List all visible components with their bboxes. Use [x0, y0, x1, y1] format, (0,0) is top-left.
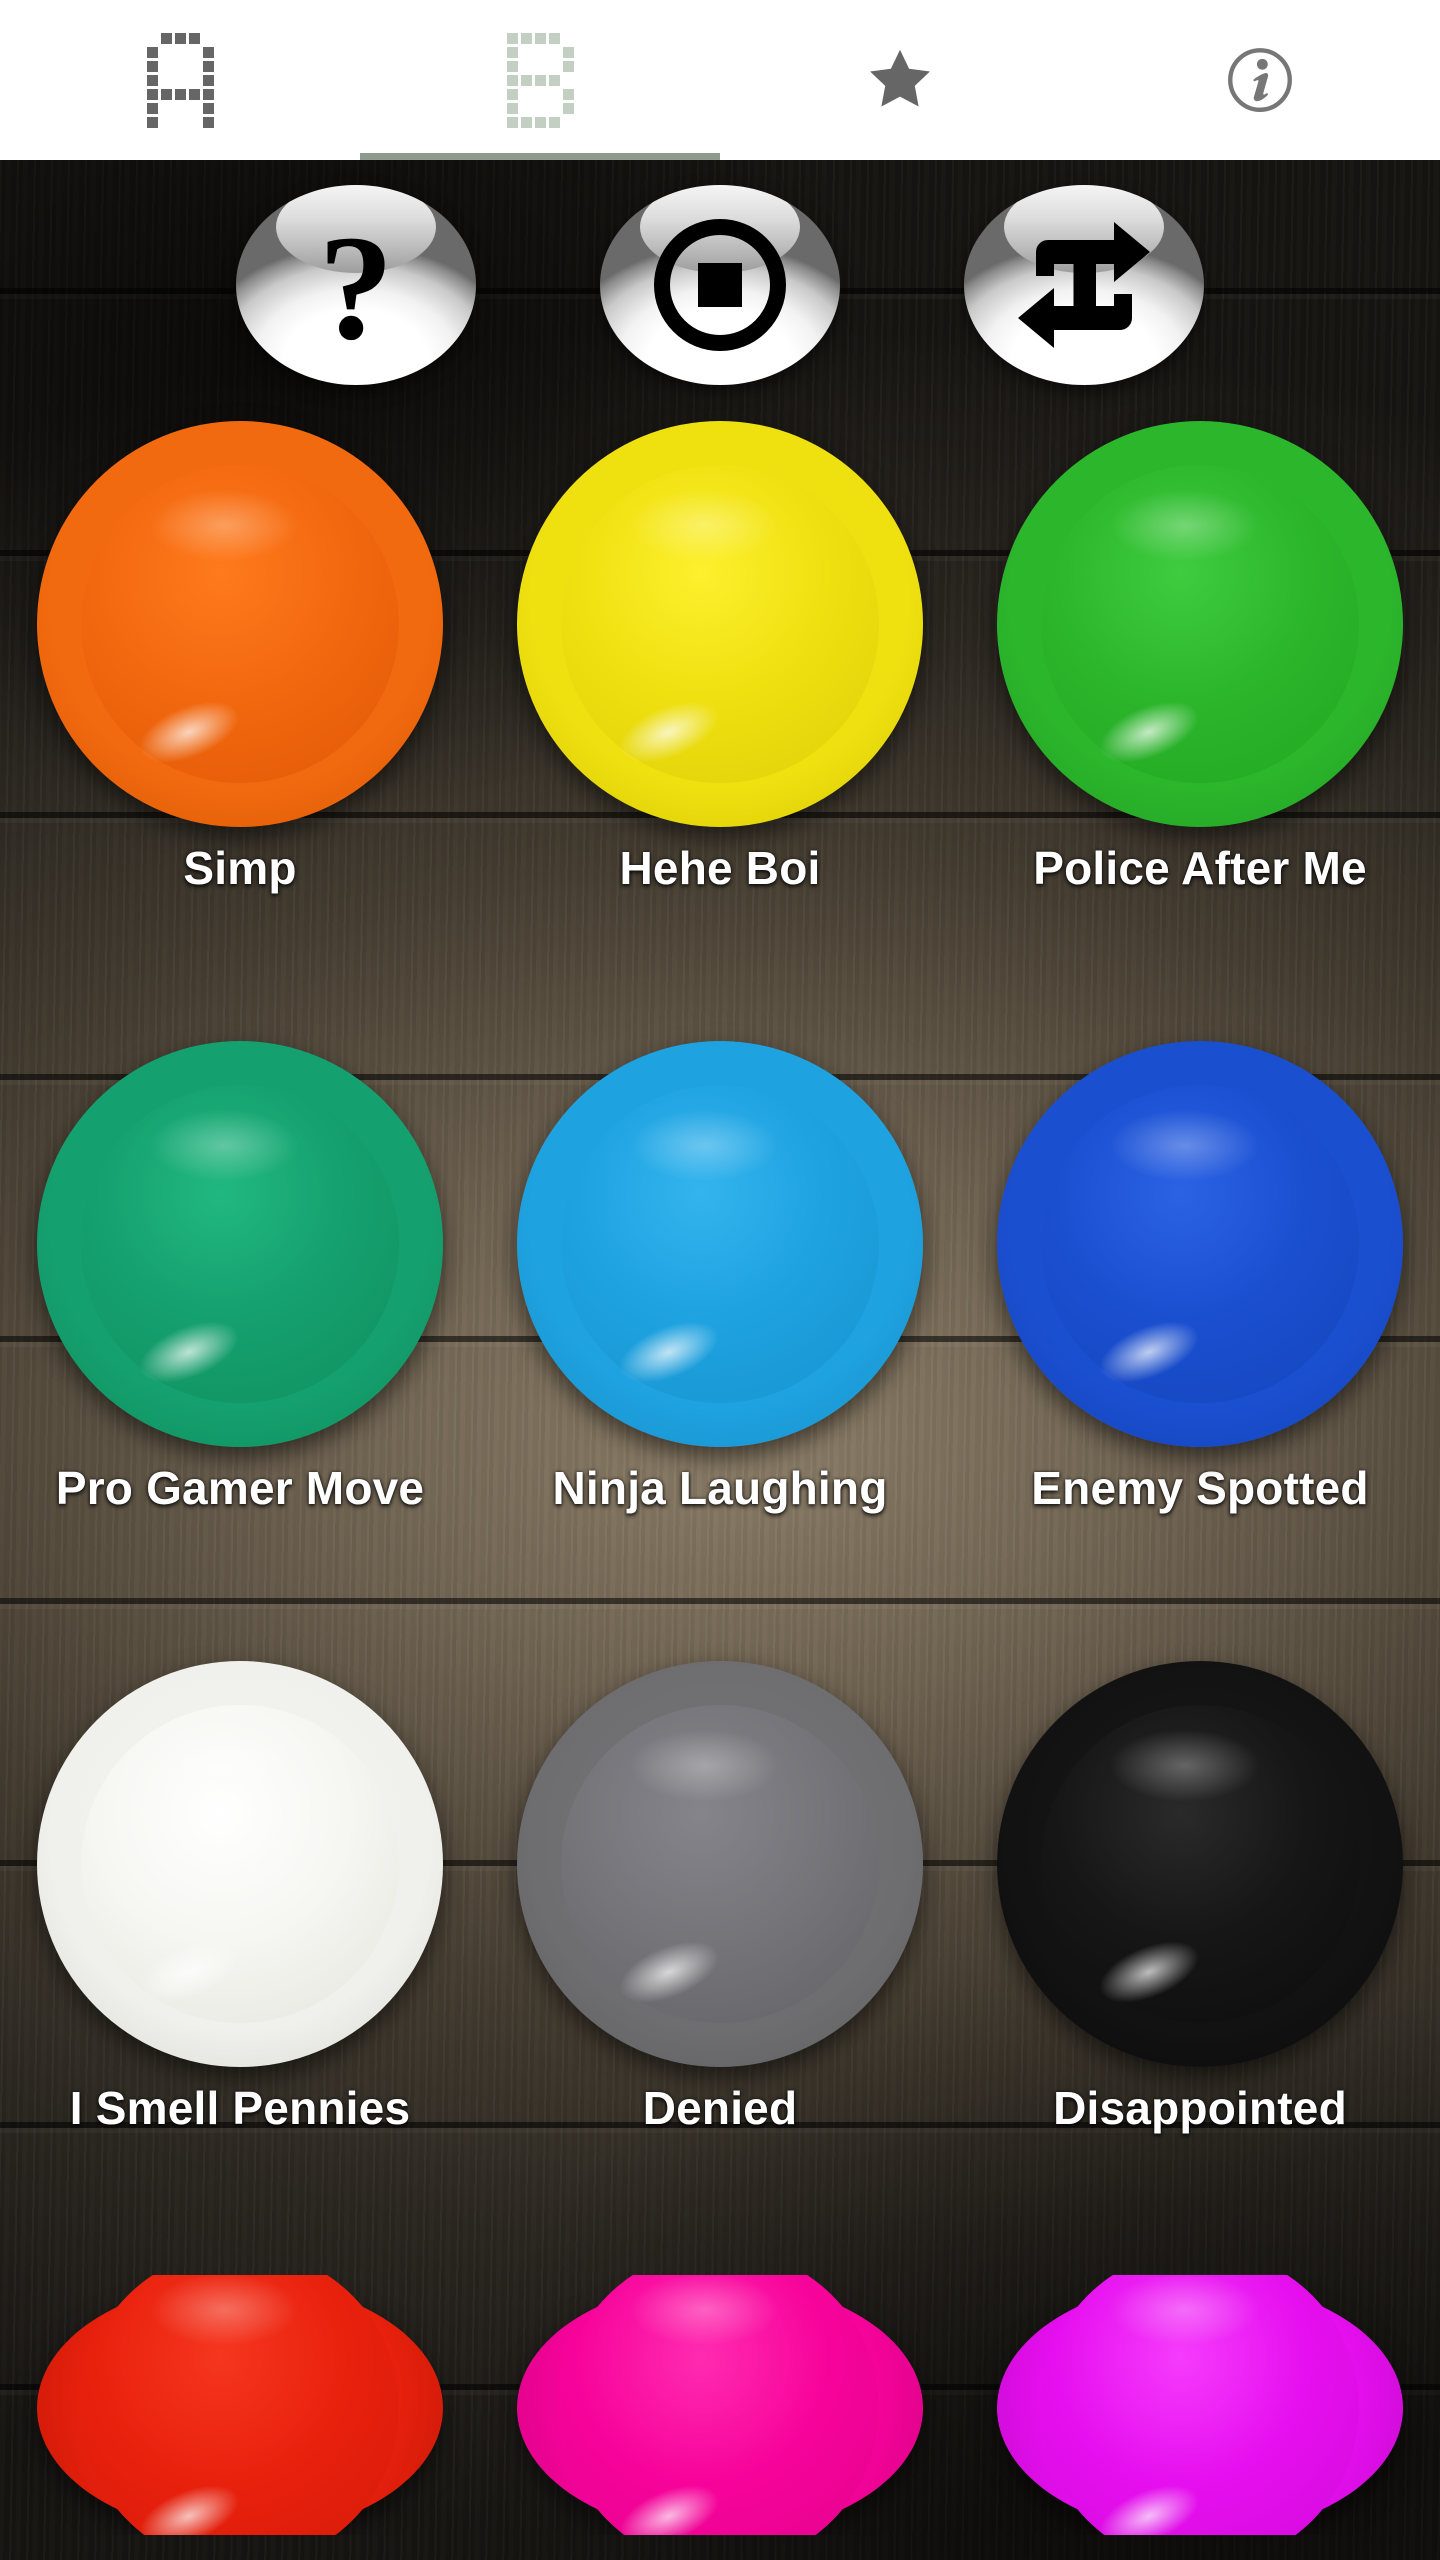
button-cap [561, 465, 879, 783]
tab-active-indicator [360, 153, 720, 160]
sound-button-row: I Smell Pennies Denied Disappointed [0, 1655, 1440, 2275]
tab-a[interactable] [0, 0, 360, 160]
sound-button-grid: Simp Hehe Boi Police After Me Pro Gamer … [0, 415, 1440, 2535]
sound-button-cell: Ninja Laughing [480, 1035, 960, 1655]
sound-button-label: Police After Me [1033, 842, 1367, 894]
pixel-letter-a-icon [146, 32, 214, 128]
tab-info[interactable] [1080, 0, 1440, 160]
sound-button-simp[interactable] [37, 421, 443, 827]
button-cap [561, 1705, 879, 2023]
sound-button-enemy-spotted[interactable] [997, 1041, 1403, 1447]
button-cap [1041, 465, 1359, 783]
sound-button-pro-gamer-move[interactable] [37, 1041, 443, 1447]
sound-button-cell: Simp [0, 415, 480, 1035]
tab-active-indicator [720, 153, 1080, 160]
stop-icon [654, 219, 786, 351]
button-cap [561, 1085, 879, 1403]
button-cap [81, 2275, 399, 2535]
tab-b[interactable] [360, 0, 720, 160]
button-cap [1041, 1085, 1359, 1403]
sound-button-cell: Hehe Boi [480, 415, 960, 1035]
button-cap [81, 465, 399, 783]
tab-active-indicator [0, 153, 360, 160]
sound-button-magenta[interactable] [997, 2275, 1403, 2535]
tab-favorites[interactable] [720, 0, 1080, 160]
tab-bar [0, 0, 1440, 160]
sound-button-pink[interactable] [517, 2275, 923, 2535]
sound-button-red[interactable] [37, 2275, 443, 2535]
sound-button-label: Hehe Boi [619, 842, 821, 894]
sound-button-row [0, 2275, 1440, 2535]
sound-button-cell [0, 2275, 480, 2535]
sound-button-cell: Disappointed [960, 1655, 1440, 2275]
sound-button-label: Enemy Spotted [1031, 1462, 1369, 1514]
sound-button-hehe-boi[interactable] [517, 421, 923, 827]
sound-button-label: Disappointed [1053, 2082, 1347, 2134]
sound-button-disappointed[interactable] [997, 1661, 1403, 2067]
sound-button-label: Denied [642, 2082, 798, 2134]
random-button[interactable]: ? [236, 185, 476, 385]
sound-button-row: Simp Hehe Boi Police After Me [0, 415, 1440, 1035]
button-cap [81, 1705, 399, 2023]
sound-button-label: Ninja Laughing [552, 1462, 888, 1514]
sound-button-cell: Enemy Spotted [960, 1035, 1440, 1655]
sound-button-cell [960, 2275, 1440, 2535]
sound-button-cell [480, 2275, 960, 2535]
sound-button-label: Simp [183, 842, 297, 894]
sound-button-cell: I Smell Pennies [0, 1655, 480, 2275]
button-cap [1041, 2275, 1359, 2535]
sound-button-ninja-laughing[interactable] [517, 1041, 923, 1447]
sound-button-cell: Denied [480, 1655, 960, 2275]
sound-button-denied[interactable] [517, 1661, 923, 2067]
control-button-row: ? [0, 185, 1440, 400]
repeat-button[interactable] [964, 185, 1204, 385]
tab-active-indicator [1080, 153, 1440, 160]
info-circle-icon [1228, 48, 1292, 112]
stop-button[interactable] [600, 185, 840, 385]
repeat-icon [1018, 222, 1150, 348]
sound-button-label: Pro Gamer Move [55, 1462, 425, 1514]
star-icon [870, 49, 930, 107]
soundboard-stage: ? Simp Hehe Boi Police After Me Pro Game… [0, 160, 1440, 2560]
sound-button-label: I Smell Pennies [69, 2082, 411, 2134]
button-cap [561, 2275, 879, 2535]
sound-button-cell: Police After Me [960, 415, 1440, 1035]
pixel-letter-b-icon [506, 32, 574, 128]
sound-button-cell: Pro Gamer Move [0, 1035, 480, 1655]
button-cap [81, 1085, 399, 1403]
sound-button-police-after-me[interactable] [997, 421, 1403, 827]
button-cap [1041, 1705, 1359, 2023]
question-mark-icon: ? [318, 205, 394, 371]
sound-button-row: Pro Gamer Move Ninja Laughing Enemy Spot… [0, 1035, 1440, 1655]
sound-button-i-smell-pennies[interactable] [37, 1661, 443, 2067]
